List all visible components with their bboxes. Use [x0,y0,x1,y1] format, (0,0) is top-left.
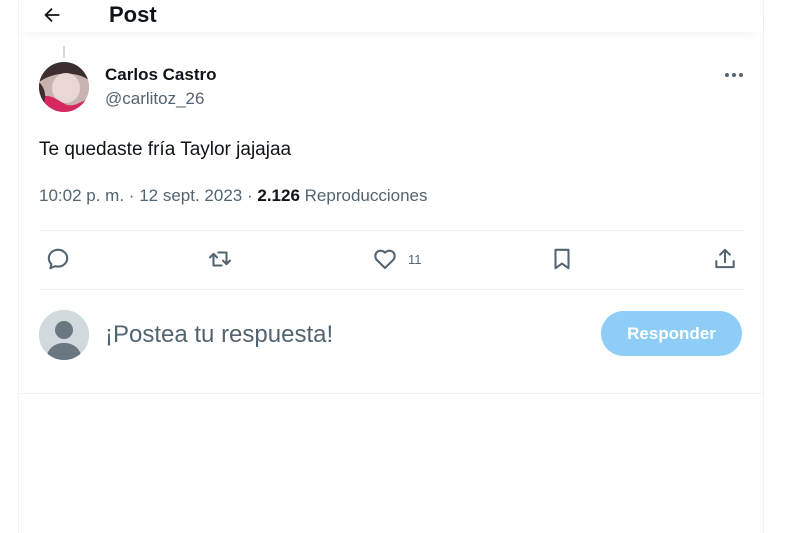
meta-separator: · [246,186,253,205]
author-avatar[interactable] [39,62,89,112]
views-count: 2.126 [257,186,300,205]
author-handle[interactable]: @carlitoz_26 [105,89,204,109]
page-title: Post [109,2,157,27]
like-count: 11 [408,251,422,267]
reply-button[interactable] [45,244,71,274]
author-name[interactable]: Carlos Castro [105,65,216,85]
current-user-avatar[interactable] [39,310,89,360]
reply-submit-button[interactable]: Responder [601,311,742,356]
repost-button[interactable] [207,244,233,274]
views-label: Reproducciones [304,186,428,205]
arrow-left-icon [44,7,60,23]
more-horizontal-icon [725,73,743,77]
default-avatar-icon [39,310,89,360]
heart-icon [374,249,396,270]
bookmark-button[interactable] [549,244,575,274]
post-meta: 10:02 p. m. · 12 sept. 2023 · 2.126 Repr… [39,186,428,206]
share-button[interactable] [712,244,738,274]
post-date[interactable]: 12 sept. 2023 [139,186,242,205]
more-options-button[interactable] [721,64,747,86]
reply-bubble-icon [47,248,69,270]
share-upload-icon [715,248,735,269]
divider [39,230,744,231]
divider [39,289,744,290]
like-button[interactable]: 11 [372,244,422,274]
post-time[interactable]: 10:02 p. m. [39,186,124,205]
bookmark-icon [554,248,570,270]
composer-divider [19,393,763,394]
back-button[interactable] [39,2,65,28]
repost-icon [209,251,231,267]
meta-separator: · [128,186,135,205]
reply-input[interactable] [105,316,585,354]
post-text: Te quedaste fría Taylor jajajaa [39,139,292,160]
main-column: Post Carlos Castro @carlitoz_26 Te queda… [18,0,764,533]
author-avatar-image [39,62,89,112]
page-header: Post [19,0,763,32]
thread-line [63,46,65,58]
